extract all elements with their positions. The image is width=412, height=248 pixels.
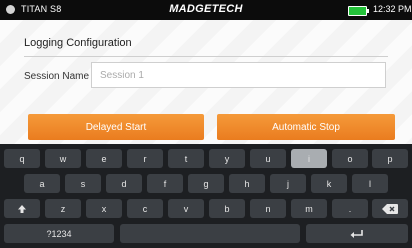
key-g[interactable]: g: [188, 174, 224, 193]
delayed-start-button[interactable]: Delayed Start: [28, 114, 204, 140]
key-n[interactable]: n: [250, 199, 286, 218]
key-v[interactable]: v: [168, 199, 204, 218]
status-bar: TITAN S8 MADGETECH 12:32 PM: [0, 0, 412, 20]
shift-key[interactable]: [4, 199, 40, 218]
key-x[interactable]: x: [86, 199, 122, 218]
key-r[interactable]: r: [127, 149, 163, 168]
key-j[interactable]: j: [270, 174, 306, 193]
key-o[interactable]: o: [332, 149, 368, 168]
shift-arrow-icon: [18, 204, 26, 213]
key-u[interactable]: u: [250, 149, 286, 168]
divider: [24, 56, 388, 57]
key-k[interactable]: k: [311, 174, 347, 193]
key-p[interactable]: p: [372, 149, 408, 168]
key-h[interactable]: h: [229, 174, 265, 193]
backspace-key[interactable]: [372, 199, 408, 218]
key-y[interactable]: y: [209, 149, 245, 168]
key-e[interactable]: e: [86, 149, 122, 168]
numbers-symbols-key[interactable]: ?1234: [4, 224, 114, 243]
key-l[interactable]: l: [352, 174, 388, 193]
enter-key[interactable]: [306, 224, 408, 243]
key-m[interactable]: m: [291, 199, 327, 218]
backspace-icon: [382, 203, 398, 214]
space-key[interactable]: [120, 224, 300, 243]
page-title: Logging Configuration: [24, 37, 132, 49]
key-f[interactable]: f: [147, 174, 183, 193]
battery-icon: [348, 6, 369, 16]
enter-icon: [350, 229, 363, 238]
key-d[interactable]: d: [106, 174, 142, 193]
key-period[interactable]: .: [332, 199, 368, 218]
device-screen: TITAN S8 MADGETECH 12:32 PM Logging Conf…: [0, 0, 412, 248]
key-c[interactable]: c: [127, 199, 163, 218]
key-s[interactable]: s: [65, 174, 101, 193]
key-z[interactable]: z: [45, 199, 81, 218]
key-q[interactable]: q: [4, 149, 40, 168]
key-i[interactable]: i: [291, 149, 327, 168]
key-w[interactable]: w: [45, 149, 81, 168]
on-screen-keyboard: q w e r t y u i o p a s d f g h j k l z: [0, 144, 412, 248]
key-a[interactable]: a: [24, 174, 60, 193]
automatic-stop-button[interactable]: Automatic Stop: [217, 114, 395, 140]
key-b[interactable]: b: [209, 199, 245, 218]
session-name-label: Session Name: [24, 71, 90, 82]
key-t[interactable]: t: [168, 149, 204, 168]
clock: 12:32 PM: [373, 4, 412, 14]
session-name-input[interactable]: [91, 62, 386, 88]
logging-configuration-panel: Logging Configuration Session Name Delay…: [0, 20, 412, 144]
